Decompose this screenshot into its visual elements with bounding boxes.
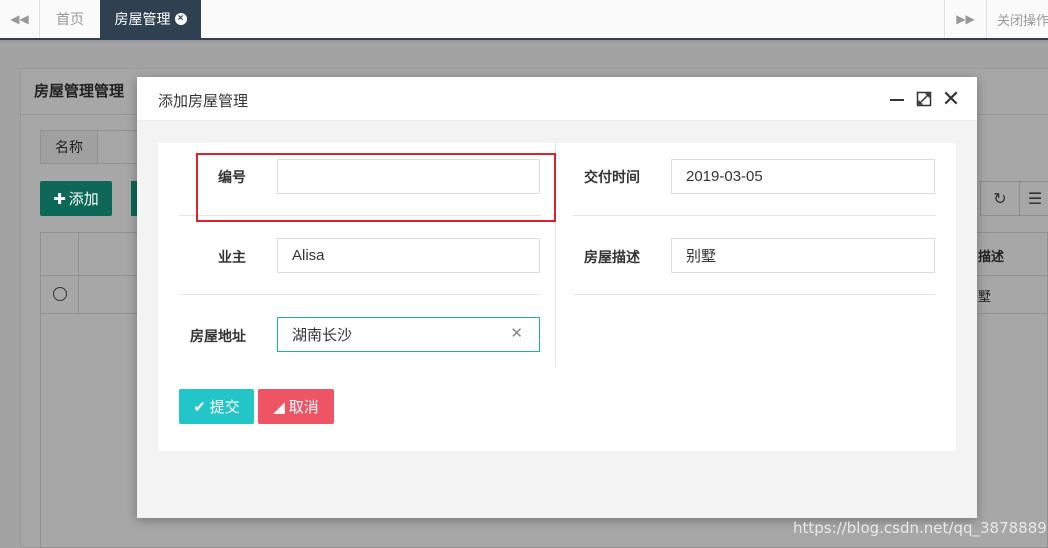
add-house-modal: 添加房屋管理 ✕ 编号 交付时间 2019-03-05 业主 Alisa 房屋描… [137, 77, 977, 518]
panel-title: 房屋管理管理 [34, 83, 125, 100]
modal-header: 添加房屋管理 ✕ [137, 77, 977, 121]
columns-button[interactable]: ☰ [1019, 181, 1048, 216]
modal-title: 添加房屋管理 [158, 93, 249, 110]
minimize-icon [890, 99, 904, 101]
delivery-time-field[interactable]: 2019-03-05 [671, 159, 935, 194]
search-input[interactable] [97, 130, 139, 164]
highlight-annotation [196, 153, 556, 222]
row-divider [573, 215, 935, 216]
watermark: https://blog.csdn.net/qq_38788897 [793, 519, 1048, 537]
tab-home[interactable]: 首页 [40, 0, 100, 38]
address-label: 房屋地址 [190, 328, 246, 344]
plus-icon: ✚ [53, 190, 66, 208]
cancel-button[interactable]: ◢ 取消 [258, 389, 334, 424]
maximize-icon [916, 91, 932, 107]
maximize-button[interactable] [915, 89, 933, 109]
close-operations-dropdown[interactable]: 关闭操作 [986, 0, 1048, 38]
add-button[interactable]: ✚ 添加 [40, 181, 112, 216]
scroll-tabs-right-button[interactable]: ▶▶ [944, 0, 986, 38]
eraser-icon: ◢ [273, 398, 285, 416]
table-cell-description: 墅 [978, 289, 992, 304]
submit-button[interactable]: ✔ 提交 [179, 389, 254, 424]
double-chevron-right-icon: ▶▶ [956, 12, 975, 26]
description-field[interactable]: 别墅 [671, 238, 935, 273]
check-icon: ✔ [193, 398, 206, 416]
add-button-label: 添加 [68, 191, 99, 208]
double-chevron-left-icon: ◀◀ [10, 12, 29, 26]
tab-house-management[interactable]: 房屋管理 × [100, 0, 201, 38]
tab-label: 房屋管理 [114, 11, 171, 27]
cancel-label: 取消 [288, 399, 319, 416]
row-radio[interactable] [53, 287, 67, 301]
close-icon: ✕ [941, 86, 961, 111]
table-column-divider [78, 232, 79, 314]
address-field[interactable]: 湖南长沙 ✕ [277, 317, 540, 352]
owner-label: 业主 [218, 249, 246, 265]
scroll-tabs-left-button[interactable]: ◀◀ [0, 0, 40, 38]
house-form: 编号 交付时间 2019-03-05 业主 Alisa 房屋描述 别墅 房屋地址… [158, 143, 956, 451]
refresh-button[interactable]: ↻ [980, 181, 1020, 216]
owner-field[interactable]: Alisa [277, 238, 540, 273]
delivery-time-label: 交付时间 [584, 169, 640, 185]
row-divider [179, 294, 541, 295]
close-button[interactable]: ✕ [941, 86, 961, 111]
description-label: 房屋描述 [584, 249, 640, 265]
address-value: 湖南长沙 [292, 327, 353, 344]
refresh-icon: ↻ [993, 190, 1007, 208]
search-label: 名称 [40, 130, 98, 164]
row-divider [573, 294, 935, 295]
minimize-button[interactable] [888, 89, 906, 109]
times-circle-icon[interactable]: × [174, 13, 187, 25]
top-tab-bar: ◀◀ 首页 房屋管理 × ▶▶ 关闭操作 [0, 0, 1048, 40]
table-header-description: 描述 [978, 249, 1005, 264]
list-icon: ☰ [1027, 190, 1043, 208]
submit-label: 提交 [209, 399, 240, 416]
clear-icon[interactable]: ✕ [510, 326, 523, 342]
